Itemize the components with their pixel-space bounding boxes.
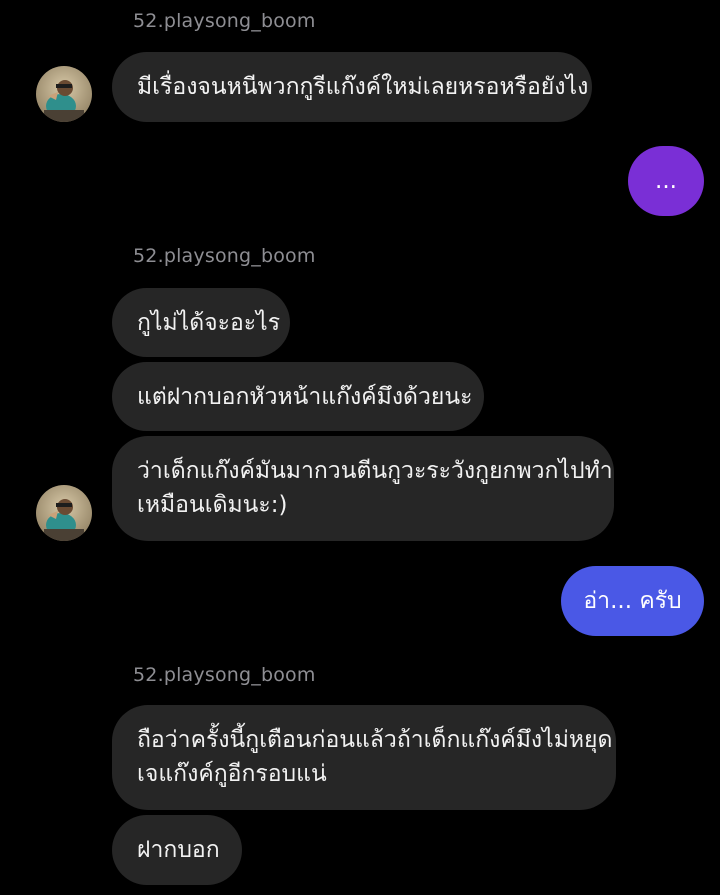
- sender-avatar[interactable]: [36, 66, 92, 122]
- sender-username[interactable]: 52.playsong_boom: [133, 664, 316, 686]
- sender-avatar[interactable]: [36, 485, 92, 541]
- incoming-message[interactable]: กูไม่ได้จะอะไร: [112, 288, 290, 357]
- incoming-message[interactable]: ถือว่าครั้งนี้กูเตือนก่อนแล้วถ้าเด็กแก๊ง…: [112, 705, 616, 810]
- message-line: เหมือนเดิมนะ:): [137, 492, 288, 518]
- outgoing-message[interactable]: ...: [628, 146, 704, 216]
- incoming-message[interactable]: ฝากบอก: [112, 815, 242, 885]
- avatar-photo: [36, 66, 92, 122]
- incoming-message[interactable]: มีเรื่องจนหนีพวกกูรีแก๊งค์ใหม่เลยหรอหรือ…: [112, 52, 592, 122]
- message-line: ว่าเด็กแก๊งค์มันมากวนตีนกูวะระวังกูยกพวก…: [137, 458, 613, 484]
- message-line: ถือว่าครั้งนี้กูเตือนก่อนแล้วถ้าเด็กแก๊ง…: [137, 727, 613, 753]
- avatar-photo: [36, 485, 92, 541]
- message-line: เจแก๊งค์กูอีกรอบแน่: [137, 761, 327, 787]
- incoming-message[interactable]: แต่ฝากบอกหัวหน้าแก๊งค์มึงด้วยนะ: [112, 362, 484, 431]
- sender-username[interactable]: 52.playsong_boom: [133, 245, 316, 267]
- incoming-message[interactable]: ว่าเด็กแก๊งค์มันมากวนตีนกูวะระวังกูยกพวก…: [112, 436, 614, 541]
- sender-username[interactable]: 52.playsong_boom: [133, 10, 316, 32]
- outgoing-message[interactable]: อ่า... ครับ: [561, 566, 704, 636]
